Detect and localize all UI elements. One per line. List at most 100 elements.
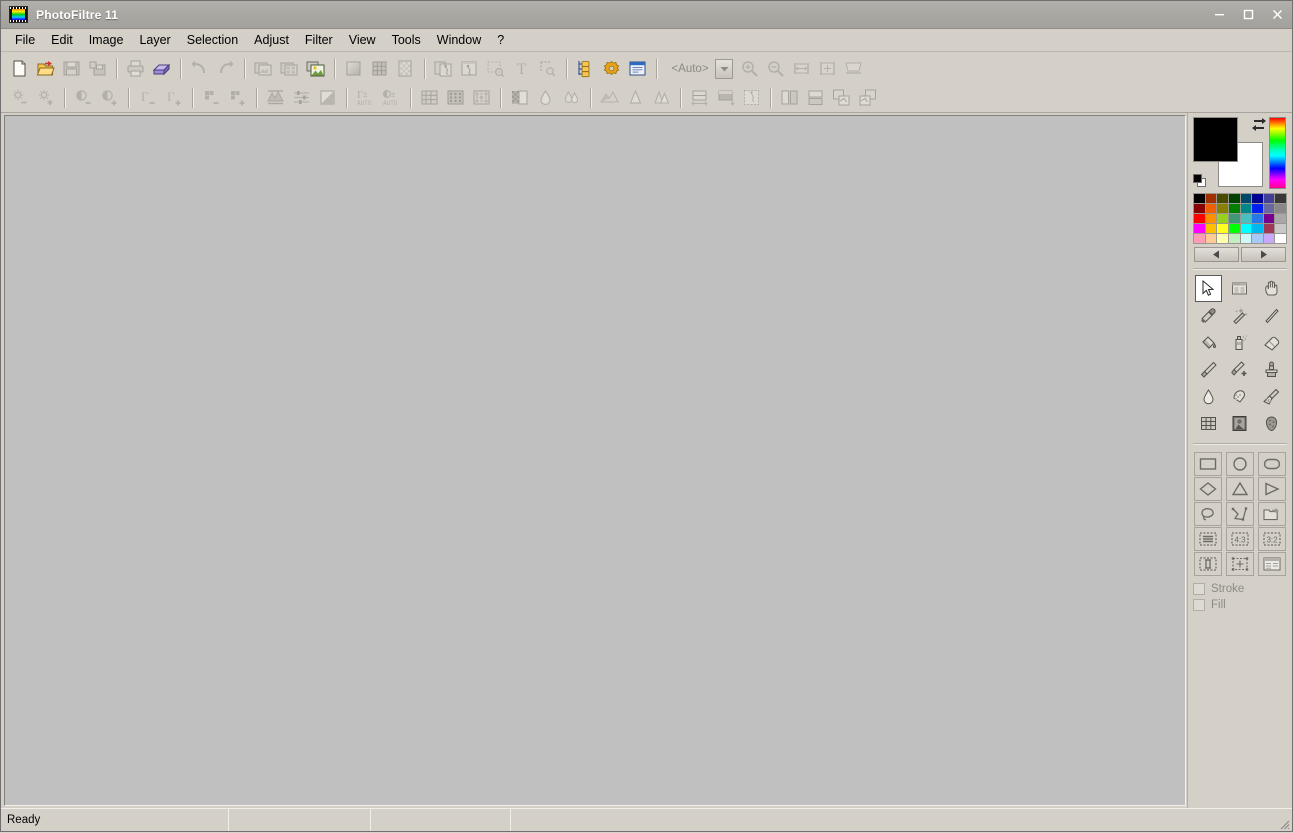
fill-option-row[interactable]: Fill [1193, 599, 1287, 611]
palette-swatch[interactable] [1252, 204, 1263, 213]
palette-swatch[interactable] [1252, 194, 1263, 203]
triangle-shape[interactable] [1225, 477, 1254, 501]
picture-tool[interactable] [1226, 410, 1253, 437]
palette-swatch[interactable] [1240, 204, 1252, 213]
save-icon[interactable] [59, 57, 83, 81]
magic-wand-tool[interactable] [1226, 302, 1253, 329]
stroke-checkbox[interactable] [1193, 583, 1205, 595]
levels-icon[interactable] [289, 86, 313, 110]
halftone-icon[interactable] [469, 86, 493, 110]
rounded-rect-shape[interactable] [1257, 452, 1286, 476]
palette-swatch[interactable] [1252, 224, 1263, 233]
pattern-grid-icon[interactable] [367, 57, 391, 81]
palette-swatch[interactable] [1275, 224, 1286, 233]
palette-swatch[interactable] [1217, 204, 1228, 213]
palette-swatch[interactable] [1194, 214, 1205, 223]
advanced-brush-tool[interactable] [1226, 356, 1253, 383]
stroke-option-row[interactable]: Stroke [1193, 583, 1287, 595]
gamma-up-icon[interactable]: Γ [161, 86, 185, 110]
screen-capture-tool[interactable] [1226, 275, 1253, 302]
eyedropper-tool[interactable] [1195, 302, 1222, 329]
polygon-shape[interactable] [1225, 502, 1254, 526]
save-as-icon[interactable] [85, 57, 109, 81]
broom-tool[interactable] [1258, 383, 1285, 410]
foreground-color-swatch[interactable] [1193, 117, 1238, 162]
menu-tools[interactable]: Tools [384, 30, 429, 50]
blur-icon[interactable] [533, 86, 557, 110]
ratio-3-2-shape[interactable]: 3:2 [1257, 527, 1286, 551]
plugin-gear-icon[interactable] [599, 57, 623, 81]
hand-tool[interactable] [1258, 275, 1285, 302]
palette-swatch[interactable] [1228, 194, 1240, 203]
zoom-level-value[interactable]: <Auto> [665, 58, 715, 79]
palette-swatch[interactable] [1240, 234, 1252, 243]
contrast-mask-icon[interactable] [507, 86, 531, 110]
lasso-shape[interactable] [1194, 502, 1223, 526]
hue-gradient-strip[interactable] [1269, 117, 1286, 189]
menu-image[interactable]: Image [81, 30, 132, 50]
reset-colors-icon[interactable] [1193, 174, 1206, 187]
palette-swatch[interactable] [1205, 204, 1217, 213]
new-icon[interactable] [7, 57, 31, 81]
ellipse-shape[interactable] [1225, 452, 1254, 476]
scanner-icon[interactable] [149, 57, 173, 81]
fit-screen-icon[interactable] [815, 57, 839, 81]
palette-swatch[interactable] [1252, 234, 1263, 243]
palette-swatch[interactable] [1263, 194, 1275, 203]
sponge-tool[interactable] [1258, 410, 1285, 437]
brightness-up-icon[interactable] [33, 86, 57, 110]
vector-selection-icon[interactable] [535, 57, 559, 81]
image-explorer-icon[interactable] [303, 57, 327, 81]
palette-swatch[interactable] [1217, 224, 1228, 233]
right-triangle-shape[interactable] [1257, 477, 1286, 501]
palette-swatch[interactable] [1205, 194, 1217, 203]
ratio-4-3-shape[interactable]: 4:3 [1225, 527, 1254, 551]
flip-vertical-icon[interactable] [803, 86, 827, 110]
palette-swatch[interactable] [1194, 204, 1205, 213]
palette-swatch[interactable] [1194, 224, 1205, 233]
palette-swatch[interactable] [1275, 194, 1286, 203]
spray-tool[interactable] [1226, 329, 1253, 356]
palette-swatch[interactable] [1217, 214, 1228, 223]
selection-layer-icon[interactable] [483, 57, 507, 81]
paint-bucket-tool[interactable] [1195, 329, 1222, 356]
sharpen-icon[interactable] [623, 86, 647, 110]
fill-checkbox[interactable] [1193, 599, 1205, 611]
maximize-button[interactable] [1234, 1, 1263, 28]
auto-contrast-icon[interactable]: ± AUTO [379, 86, 403, 110]
zoom-out-icon[interactable] [763, 57, 787, 81]
vertical-ratio-shape[interactable] [1194, 552, 1223, 576]
palette-swatch[interactable] [1217, 194, 1228, 203]
palette-swatch[interactable] [1205, 224, 1217, 233]
fit-width-icon[interactable] [789, 57, 813, 81]
palette-swatch[interactable] [1275, 214, 1286, 223]
gradient-icon[interactable] [341, 57, 365, 81]
palette-swatch[interactable] [1275, 234, 1286, 243]
palette-swatch[interactable] [1217, 234, 1228, 243]
full-screen-icon[interactable] [841, 57, 865, 81]
palette-swatch[interactable] [1263, 204, 1275, 213]
flip-horizontal-icon[interactable] [777, 86, 801, 110]
palette-window-icon[interactable] [625, 57, 649, 81]
close-button[interactable] [1263, 1, 1292, 28]
relief-icon[interactable] [597, 86, 621, 110]
palette-prev-button[interactable] [1194, 247, 1239, 262]
transparency-icon[interactable] [393, 57, 417, 81]
gamma-down-icon[interactable]: Γ [135, 86, 159, 110]
menu-adjust[interactable]: Adjust [246, 30, 297, 50]
menu-view[interactable]: View [341, 30, 384, 50]
palette-swatch[interactable] [1228, 214, 1240, 223]
menu-help[interactable]: ? [489, 30, 512, 50]
palette-swatch[interactable] [1263, 214, 1275, 223]
rotate-left-icon[interactable] [829, 86, 853, 110]
blur-more-icon[interactable] [559, 86, 583, 110]
menu-selection[interactable]: Selection [179, 30, 246, 50]
transform-shape[interactable] [1225, 552, 1254, 576]
resize-grip-icon[interactable] [1277, 817, 1290, 830]
copy-layer-icon[interactable] [431, 57, 455, 81]
histogram-icon[interactable] [263, 86, 287, 110]
menu-window[interactable]: Window [429, 30, 489, 50]
canvas-size-icon[interactable] [713, 86, 737, 110]
minimize-button[interactable] [1205, 1, 1234, 28]
canvas-area[interactable] [4, 115, 1186, 806]
